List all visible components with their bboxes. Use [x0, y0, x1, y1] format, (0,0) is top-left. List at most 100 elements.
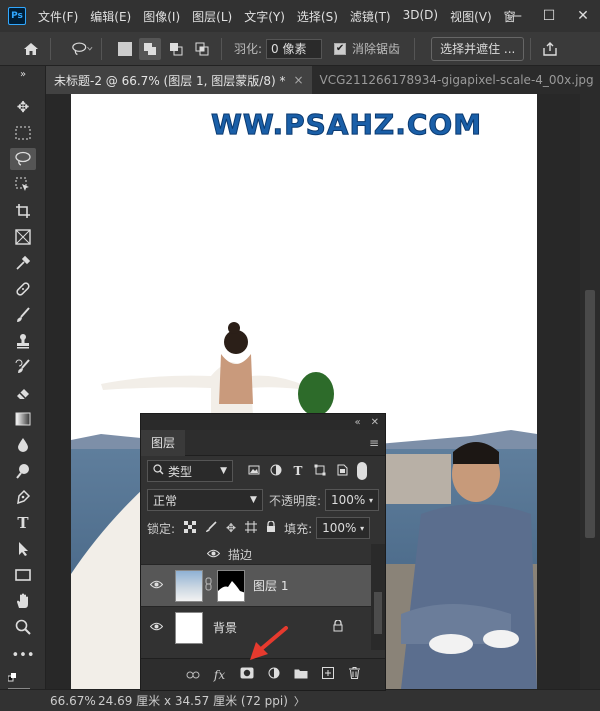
brush-tool-icon[interactable] [10, 304, 36, 326]
scrollbar-thumb[interactable] [585, 290, 595, 538]
move-tool-icon[interactable]: ✥ [10, 96, 36, 118]
rectangle-tool-icon[interactable] [10, 564, 36, 586]
vertical-scrollbar[interactable] [580, 94, 600, 689]
fill-input[interactable]: 100% ▾ [316, 517, 371, 539]
layer-name[interactable]: 图层 1 [253, 577, 288, 594]
tools-panel: » ✥ T ••• [0, 66, 46, 689]
tab-vcg-image[interactable]: VCG211266178934-gigapixel-scale-4_00x.jp… [312, 66, 600, 94]
hand-tool-icon[interactable] [10, 590, 36, 612]
menu-image[interactable]: 图像(I) [143, 8, 180, 25]
intersect-selection-mode-icon[interactable] [191, 38, 213, 60]
close-tab-icon[interactable]: × [293, 73, 303, 87]
marquee-tool-icon[interactable] [10, 122, 36, 144]
lasso-tool-icon[interactable] [10, 148, 36, 170]
menu-3d[interactable]: 3D(D) [403, 8, 438, 25]
lock-artboard-icon[interactable] [245, 520, 258, 536]
swap-colors-icon[interactable] [8, 670, 20, 682]
type-layer-filter-icon[interactable]: T [287, 464, 309, 479]
subtract-selection-mode-icon[interactable] [165, 38, 187, 60]
filter-kind-select[interactable]: 类型 ▼ [147, 460, 233, 482]
adjustment-layer-filter-icon[interactable] [265, 464, 287, 479]
menu-select[interactable]: 选择(S) [297, 8, 338, 25]
tab-layers[interactable]: 图层 [141, 429, 186, 456]
zoom-tool-icon[interactable] [10, 616, 36, 638]
lock-transparent-pixels-icon[interactable] [184, 520, 197, 536]
clone-stamp-tool-icon[interactable] [10, 330, 36, 352]
adjustment-layer-icon[interactable] [260, 667, 287, 682]
lock-image-pixels-icon[interactable] [205, 520, 217, 536]
zoom-level[interactable]: 66.67% [50, 694, 96, 708]
layer-visibility-eye-icon[interactable] [141, 620, 171, 635]
object-selection-tool-icon[interactable] [10, 174, 36, 196]
eyedropper-tool-icon[interactable] [10, 252, 36, 274]
mask-link-icon[interactable] [203, 577, 213, 594]
pixel-layer-filter-icon[interactable] [243, 464, 265, 479]
antialias-label: 消除锯齿 [352, 42, 401, 56]
add-selection-mode-icon[interactable] [139, 37, 161, 60]
blur-tool-icon[interactable] [10, 434, 36, 456]
history-brush-tool-icon[interactable] [10, 356, 36, 378]
expand-panel-icon[interactable]: » [10, 68, 36, 80]
feather-input[interactable]: 0 像素 [266, 38, 323, 59]
new-selection-mode-icon[interactable] [118, 41, 132, 56]
maximize-button[interactable]: ☐ [532, 0, 566, 32]
layer-thumbnail[interactable] [175, 611, 203, 644]
document-tabs: 未标题-2 @ 66.7% (图层 1, 图层蒙版/8) * × VCG2112… [46, 66, 600, 94]
more-tools-icon[interactable]: ••• [10, 644, 36, 666]
new-layer-icon[interactable] [314, 667, 341, 682]
home-icon[interactable] [20, 38, 42, 60]
tab-untitled-2[interactable]: 未标题-2 @ 66.7% (图层 1, 图层蒙版/8) * × [46, 66, 312, 94]
panel-menu-icon[interactable]: ≡ [369, 436, 379, 450]
search-icon [153, 464, 164, 478]
lock-position-icon[interactable]: ✥ [226, 521, 236, 535]
menu-view[interactable]: 视图(V) [450, 8, 492, 25]
type-tool-icon[interactable]: T [10, 512, 36, 534]
collapse-panel-icon[interactable]: « [354, 417, 360, 428]
lasso-tool-preset-icon[interactable] [71, 38, 93, 60]
layer-effect-row[interactable]: 描边 [141, 544, 371, 564]
dodge-tool-icon[interactable] [10, 460, 36, 482]
layers-scrollbar[interactable] [371, 544, 385, 650]
menu-type[interactable]: 文字(Y) [244, 8, 285, 25]
layers-scrollbar-thumb[interactable] [374, 592, 382, 634]
smart-object-filter-icon[interactable] [331, 464, 353, 479]
layer-row-layer-1[interactable]: 图层 1 [141, 564, 371, 606]
minimize-button[interactable]: — [498, 0, 532, 32]
red-arrow-annotation [250, 626, 288, 660]
blend-mode-select[interactable]: 正常 ▼ [147, 489, 263, 511]
healing-brush-tool-icon[interactable] [10, 278, 36, 300]
delete-layer-trash-icon[interactable] [341, 667, 368, 682]
close-window-button[interactable]: ✕ [566, 0, 600, 32]
menu-filter[interactable]: 滤镜(T) [350, 8, 391, 25]
chevron-down-icon: ▼ [220, 466, 227, 476]
close-panel-icon[interactable]: ✕ [371, 417, 379, 428]
eye-icon[interactable] [206, 547, 221, 561]
layer-visibility-eye-icon[interactable] [141, 578, 171, 593]
pen-tool-icon[interactable] [10, 486, 36, 508]
menu-file[interactable]: 文件(F) [38, 8, 78, 25]
link-layers-icon[interactable] [179, 668, 206, 682]
add-mask-icon[interactable] [233, 667, 260, 682]
crop-tool-icon[interactable] [10, 200, 36, 222]
layer-style-fx-icon[interactable]: fx [206, 668, 233, 682]
frame-tool-icon[interactable] [10, 226, 36, 248]
eraser-tool-icon[interactable] [10, 382, 36, 404]
layer-mask-thumbnail[interactable] [217, 569, 245, 602]
menu-edit[interactable]: 编辑(E) [90, 8, 131, 25]
layer-name[interactable]: 背景 [213, 619, 237, 636]
share-icon[interactable] [539, 38, 561, 60]
gradient-tool-icon[interactable] [10, 408, 36, 430]
filter-toggle[interactable] [357, 462, 367, 480]
antialias-checkbox[interactable]: ✔ [334, 42, 347, 55]
path-selection-tool-icon[interactable] [10, 538, 36, 560]
opacity-input[interactable]: 100% ▾ [325, 489, 379, 511]
select-and-mask-button[interactable]: 选择并遮住 ... [431, 36, 525, 61]
status-expand-icon[interactable]: 〉 [294, 693, 305, 709]
lock-all-icon[interactable] [266, 519, 276, 536]
opacity-label: 不透明度: [268, 493, 322, 508]
layer-thumbnail[interactable] [175, 569, 203, 602]
new-group-folder-icon[interactable] [287, 668, 314, 682]
menu-layer[interactable]: 图层(L) [192, 8, 232, 25]
shape-layer-filter-icon[interactable] [309, 464, 331, 479]
tab-label: VCG211266178934-gigapixel-scale-4_00x.jp… [319, 73, 594, 87]
